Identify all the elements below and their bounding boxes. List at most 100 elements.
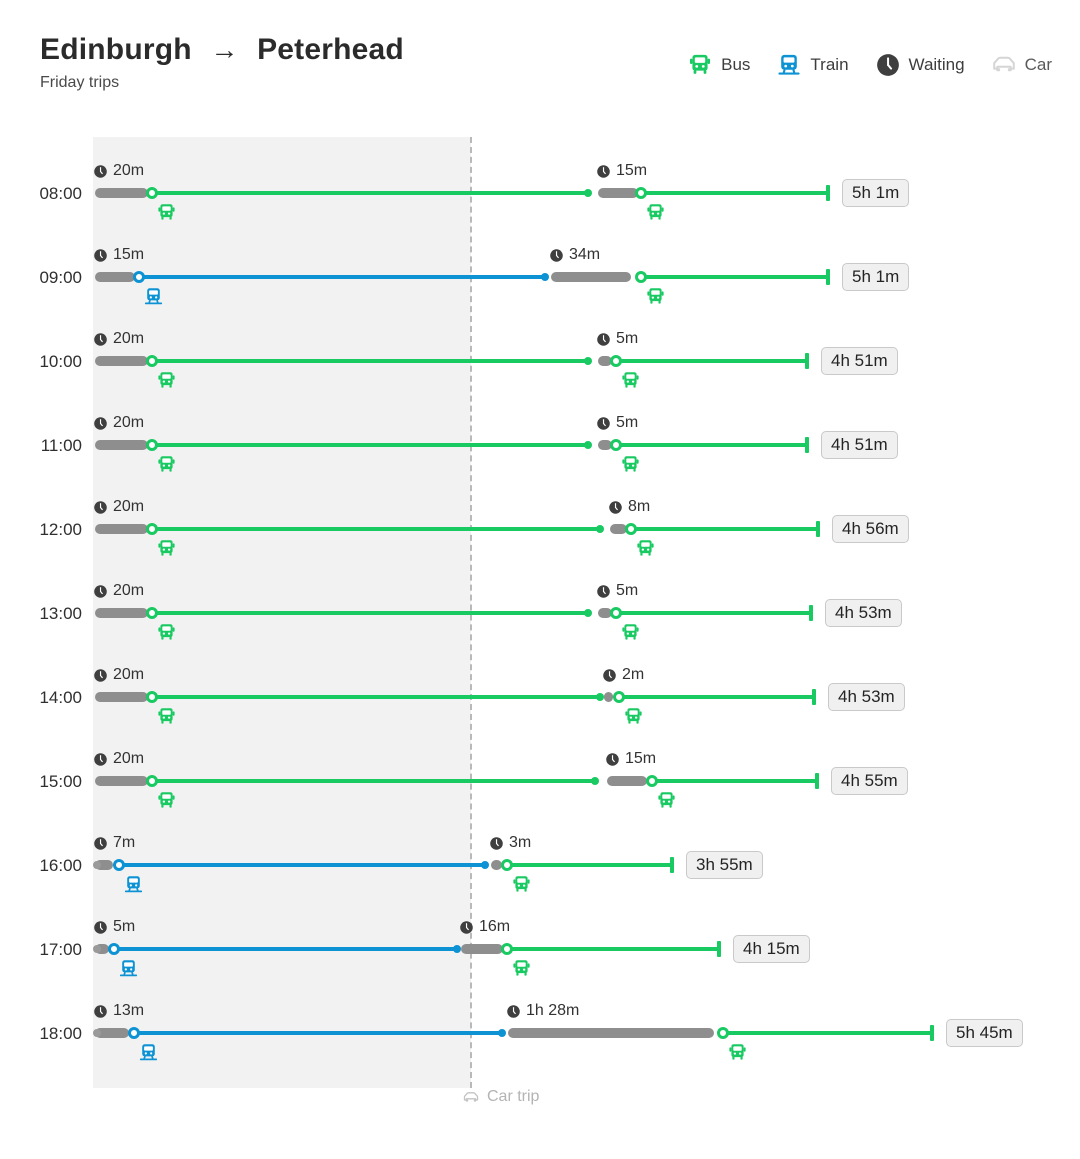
timeline-row[interactable]: 10:00 20m 5m 4h 51m bbox=[0, 304, 1080, 388]
train-mode-icon bbox=[138, 1042, 159, 1068]
bus-board-marker bbox=[146, 523, 158, 535]
waiting-label: 5m bbox=[596, 330, 638, 348]
bus-icon bbox=[690, 54, 711, 74]
waiting-label: 5m bbox=[596, 414, 638, 432]
timeline-row[interactable]: 18:00 13m 1h 28m 5h 45m bbox=[0, 976, 1080, 1061]
total-duration-badge: 3h 55m bbox=[686, 851, 763, 879]
clock-icon bbox=[93, 416, 108, 431]
timeline-row[interactable]: 17:00 5m 16m 4h 15m bbox=[0, 892, 1080, 977]
bus-board-marker bbox=[646, 775, 658, 787]
timeline-row[interactable]: 13:00 20m 5m 4h 53m bbox=[0, 556, 1080, 640]
row-time-label: 12:00 bbox=[39, 520, 82, 539]
car-icon bbox=[991, 52, 1017, 78]
waiting-bar bbox=[508, 1028, 714, 1038]
waiting-duration: 13m bbox=[113, 1002, 145, 1019]
bus-board-marker bbox=[613, 691, 625, 703]
row-time-label: 17:00 bbox=[39, 940, 82, 959]
waiting-duration: 2m bbox=[622, 666, 645, 683]
bus-board-marker bbox=[146, 775, 158, 787]
bus-board-marker bbox=[610, 607, 622, 619]
train-board-marker bbox=[113, 859, 125, 871]
row-time-label: 10:00 bbox=[39, 352, 82, 371]
arrival-marker bbox=[816, 521, 820, 537]
waiting-label: 15m bbox=[605, 750, 656, 768]
clock-icon bbox=[460, 920, 473, 934]
timeline-row[interactable]: 11:00 20m 5m 4h 51m bbox=[0, 388, 1080, 472]
waiting-label: 20m bbox=[93, 162, 144, 180]
clock-icon bbox=[94, 584, 107, 598]
timeline-plot: Car trip 08:00 20m 15m 5h 1m 09:00 15m 34m 5h 1… bbox=[0, 130, 1080, 1105]
timeline-row[interactable]: 08:00 20m 15m 5h 1m bbox=[0, 136, 1080, 220]
clock-icon bbox=[597, 416, 610, 430]
clock-icon bbox=[550, 248, 563, 262]
arrival-marker bbox=[930, 1025, 934, 1041]
timeline-row[interactable]: 14:00 20m 2m 4h 53m bbox=[0, 640, 1080, 724]
bus-board-marker bbox=[146, 439, 158, 451]
bus-segment bbox=[152, 779, 595, 783]
waiting-label: 7m bbox=[93, 834, 135, 852]
bus-segment bbox=[616, 359, 807, 363]
origin-marker bbox=[93, 1029, 101, 1037]
row-time-label: 11:00 bbox=[40, 436, 82, 455]
waiting-duration: 20m bbox=[113, 498, 145, 515]
clock-icon bbox=[597, 164, 610, 178]
waiting-bar bbox=[95, 272, 135, 282]
waiting-duration: 20m bbox=[113, 330, 145, 347]
waiting-label: 13m bbox=[93, 1002, 144, 1020]
bus-segment bbox=[152, 359, 588, 363]
bus-segment bbox=[652, 779, 817, 783]
waiting-duration: 20m bbox=[113, 582, 145, 599]
row-time-label: 14:00 bbox=[39, 688, 82, 707]
clock-icon bbox=[93, 500, 108, 515]
bus-alight-marker bbox=[596, 693, 604, 701]
timeline-row[interactable]: 12:00 20m 8m 4h 56m bbox=[0, 472, 1080, 556]
row-time-label: 15:00 bbox=[39, 772, 82, 791]
clock-icon bbox=[94, 668, 107, 682]
waiting-bar bbox=[95, 188, 148, 198]
clock-icon bbox=[93, 332, 108, 347]
waiting-duration: 7m bbox=[113, 834, 136, 851]
clock-icon bbox=[459, 920, 474, 935]
timeline-row[interactable]: 16:00 7m 3m 3h 55m bbox=[0, 808, 1080, 893]
waiting-label: 20m bbox=[93, 750, 144, 768]
clock-icon bbox=[93, 920, 108, 935]
legend-label: Waiting bbox=[908, 55, 965, 74]
clock-icon bbox=[93, 836, 108, 851]
bus-board-marker bbox=[717, 1027, 729, 1039]
waiting-bar bbox=[95, 608, 148, 618]
waiting-duration: 5m bbox=[616, 582, 639, 599]
bus-board-marker bbox=[501, 943, 513, 955]
waiting-bar bbox=[598, 188, 638, 198]
waiting-label: 20m bbox=[93, 498, 144, 516]
clock-icon bbox=[93, 164, 108, 179]
bus-board-marker bbox=[146, 187, 158, 199]
car-trip-label: Car trip bbox=[462, 1088, 539, 1106]
bus-board-marker bbox=[625, 523, 637, 535]
waiting-duration: 34m bbox=[569, 246, 601, 263]
clock-icon bbox=[596, 164, 611, 179]
waiting-label: 20m bbox=[93, 414, 144, 432]
waiting-duration: 15m bbox=[113, 246, 145, 263]
bus-alight-marker bbox=[596, 525, 604, 533]
total-duration-badge: 4h 51m bbox=[821, 347, 898, 375]
bus-board-marker bbox=[501, 859, 513, 871]
clock-icon bbox=[94, 248, 107, 262]
waiting-duration: 16m bbox=[479, 918, 511, 935]
clock-icon bbox=[489, 836, 504, 851]
waiting-duration: 8m bbox=[628, 498, 651, 515]
train-board-marker bbox=[108, 943, 120, 955]
total-duration-badge: 5h 1m bbox=[842, 263, 910, 291]
timeline-row[interactable]: 15:00 20m 15m 4h 55m bbox=[0, 724, 1080, 808]
origin-marker bbox=[93, 945, 101, 953]
train-alight-marker bbox=[541, 273, 549, 281]
clock-icon bbox=[603, 668, 616, 682]
arrival-marker bbox=[717, 941, 721, 957]
train-icon bbox=[776, 52, 802, 78]
destination-city: Peterhead bbox=[257, 33, 404, 66]
origin-city: Edinburgh bbox=[40, 33, 192, 66]
bus-mode-icon bbox=[727, 1042, 748, 1068]
train-segment bbox=[119, 863, 485, 867]
timeline-row[interactable]: 09:00 15m 34m 5h 1m bbox=[0, 220, 1080, 305]
total-duration-badge: 4h 15m bbox=[733, 935, 810, 963]
car-icon bbox=[992, 56, 1015, 72]
